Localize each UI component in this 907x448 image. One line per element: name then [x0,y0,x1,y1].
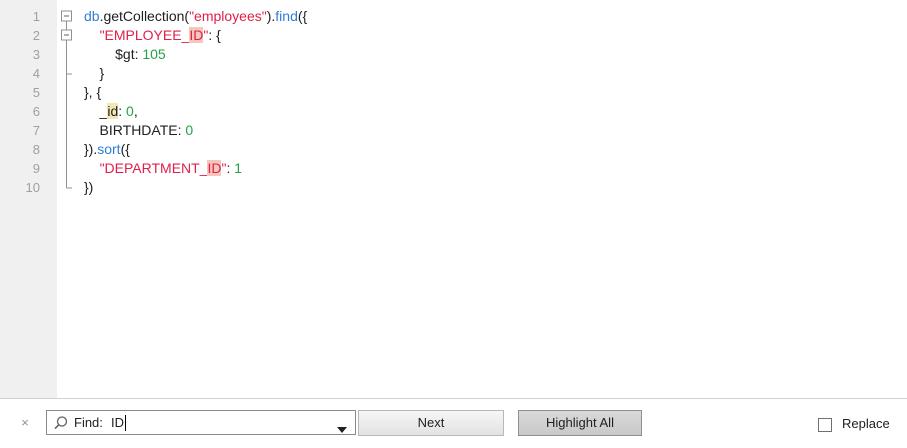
fold-guide [60,159,74,178]
code-token: }, { [84,84,102,100]
line-number: 7 [32,123,40,138]
replace-checkbox[interactable] [818,418,832,432]
code-token: 0 [185,122,194,138]
fold-guide [60,140,74,159]
find-input[interactable]: Find: ID [46,410,356,435]
fold-guide [60,102,74,121]
line-number: 3 [32,47,40,62]
code-line[interactable]: 3 $gt: 105 [0,45,907,64]
code-text: "EMPLOYEE_ID": { [84,26,221,45]
code-line[interactable]: 7 BIRTHDATE: 0 [0,121,907,140]
code-token: BIRTHDATE: [84,122,186,138]
fold-toggle-icon[interactable] [60,26,74,45]
code-token: 0 [126,103,134,119]
code-token: $gt: [84,46,143,62]
code-line[interactable]: 4 } [0,64,907,83]
line-number: 1 [32,9,40,24]
find-label: Find: [74,415,103,430]
line-number: 6 [32,104,40,119]
code-text: db.getCollection("employees").find({ [84,7,307,26]
find-bar: × Find: ID Next Highlight All Replace [0,399,907,448]
code-token: ). [266,8,276,24]
fold-guide [60,83,74,102]
line-number: 4 [32,66,40,81]
fold-guide [60,45,74,64]
close-find-bar-button[interactable]: × [19,416,31,429]
code-line[interactable]: 5 }, { [0,83,907,102]
code-line[interactable]: 2 "EMPLOYEE_ID": { [0,26,907,45]
code-text: }).sort({ [84,140,130,159]
code-text: BIRTHDATE: 0 [84,121,194,140]
code-line[interactable]: 6 _id: 0, [0,102,907,121]
line-number: 2 [32,28,40,43]
code-token: , [133,103,138,119]
code-token: _ [84,103,108,119]
chevron-down-icon[interactable] [337,420,347,438]
replace-label: Replace [842,416,890,431]
code-token: "DEPARTMENT_ [99,160,208,176]
search-match: ID [207,160,222,176]
code-token: } [84,65,105,81]
fold-guide [60,64,74,83]
code-line[interactable]: 10}) [0,178,907,197]
code-text: }) [84,178,93,197]
code-text: } [84,64,105,83]
line-number: 8 [32,142,40,157]
code-token: }) [84,179,94,195]
code-token: "employees" [189,8,267,24]
code-token: 105 [142,46,166,62]
line-number: 5 [32,85,40,100]
line-number: 9 [32,161,40,176]
code-line[interactable]: 1 db.getCollection("employees").find({ [0,7,907,26]
code-token: : [118,103,127,119]
code-token: }). [84,141,98,157]
code-text: $gt: 105 [84,45,166,64]
code-token: find [275,8,298,24]
line-number: 10 [25,180,40,195]
find-value: ID [111,415,124,430]
code-token: : { [208,27,221,43]
code-token: db [84,8,100,24]
code-token: getCollection( [103,8,190,24]
highlight-all-button[interactable]: Highlight All [518,410,642,436]
code-text: "DEPARTMENT_ID": 1 [84,159,242,178]
text-cursor [125,415,126,431]
code-token: ({ [120,141,130,157]
code-token: "EMPLOYEE_ [99,27,190,43]
code-line[interactable]: 8}).sort({ [0,140,907,159]
fold-guide [60,121,74,140]
code-text: _id: 0, [84,102,138,121]
code-token: sort [97,141,121,157]
code-text: }, { [84,83,101,102]
search-match: ID [189,27,204,43]
code-token: ({ [297,8,308,24]
code-line[interactable]: 9 "DEPARTMENT_ID": 1 [0,159,907,178]
search-icon [53,415,69,436]
fold-guide [60,178,74,197]
next-button[interactable]: Next [358,410,504,436]
code-editor[interactable]: 1 db.getCollection("employees").find({2 "… [0,0,907,398]
search-match: id [107,103,119,119]
code-token: 1 [234,160,243,176]
fold-toggle-icon[interactable] [60,7,74,26]
